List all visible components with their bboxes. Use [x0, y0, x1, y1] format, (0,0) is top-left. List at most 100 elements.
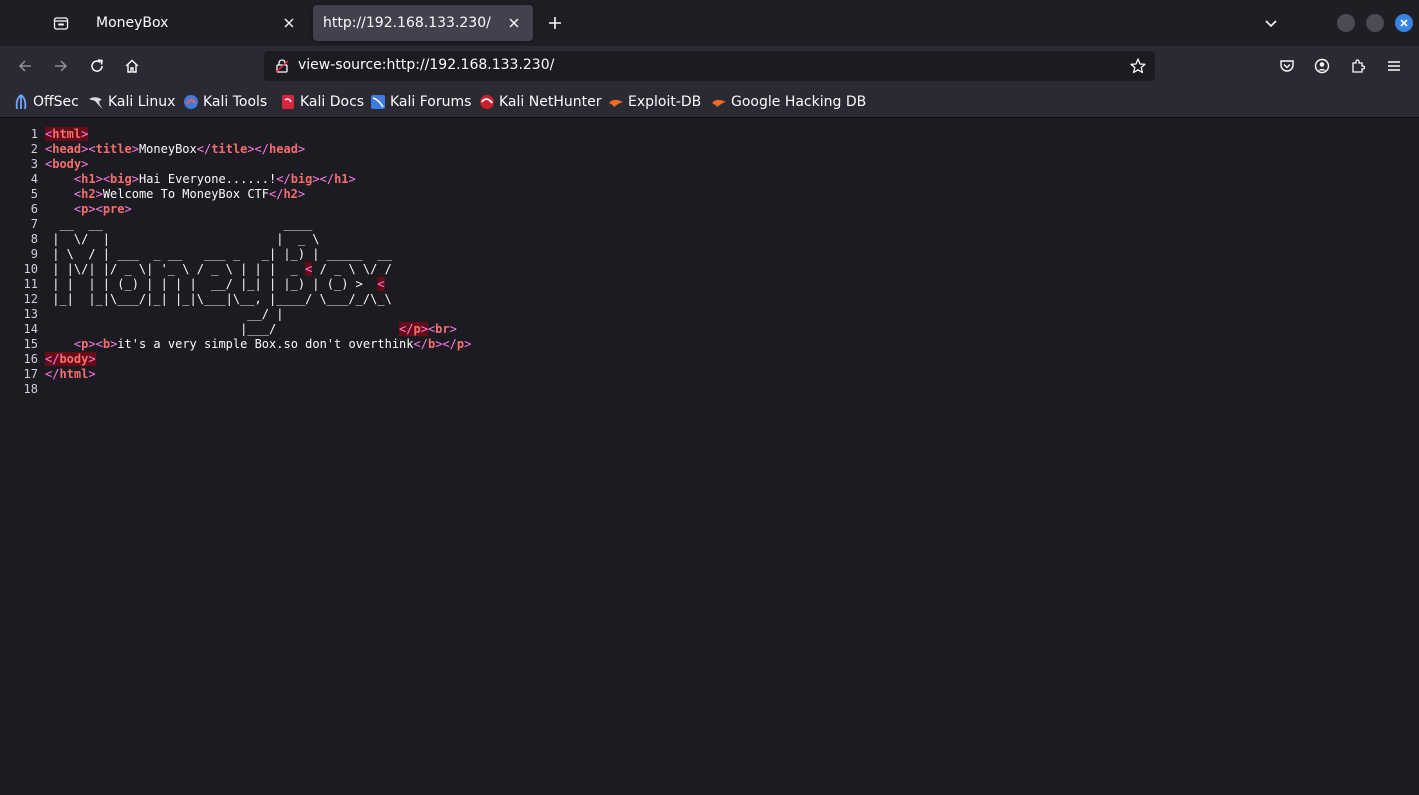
url-text[interactable]: view-source:http://192.168.133.230/ — [298, 57, 554, 73]
line-number: 2 — [30, 142, 38, 156]
nethunter-icon — [480, 95, 494, 109]
ascii-art-tail: / _ \ \/ / — [319, 262, 392, 276]
firefox-view-icon — [53, 17, 69, 30]
ascii-art-line: |___/ — [45, 322, 400, 336]
source-line: 12 |_| |_|\___/|_| |_|\___|\__, |____/ \… — [0, 292, 471, 307]
exploitdb-icon — [609, 99, 623, 107]
source-line: 18 — [0, 382, 471, 397]
bookmark-exploit-db[interactable]: Exploit-DB — [608, 93, 701, 111]
kali-docs-icon — [282, 95, 294, 109]
offsec-icon — [15, 94, 27, 110]
title-text: MoneyBox — [138, 142, 197, 156]
ascii-art-line: | \/ | | _ \ — [45, 232, 320, 246]
source-line: 7 __ __ ____ — [0, 217, 471, 232]
minimize-button[interactable] — [1337, 14, 1355, 32]
h2-text: Welcome To MoneyBox CTF — [102, 187, 269, 201]
source-line: 9 | \ / | ___ _ __ ___ _ _| |_) | _____ … — [0, 247, 471, 262]
home-icon — [125, 59, 139, 73]
bookmark-label: Kali Linux — [108, 94, 176, 110]
source-line: 17 </html> — [0, 367, 471, 382]
pocket-button[interactable] — [1272, 52, 1302, 80]
address-bar[interactable]: view-source:http://192.168.133.230/ — [264, 51, 1155, 81]
firefox-view-button[interactable] — [46, 8, 76, 38]
hamburger-menu-icon — [1388, 61, 1400, 71]
source-line: 8 | \/ | | _ \ — [0, 232, 471, 247]
line-number: 9 — [30, 247, 38, 261]
source-code: 1 <html> 2 <head><title>MoneyBox</title>… — [0, 127, 471, 397]
chevron-down-icon — [1265, 20, 1277, 28]
ascii-art-line: __/ | — [45, 307, 284, 321]
back-button[interactable] — [10, 52, 40, 80]
tab-close-button[interactable] — [505, 14, 523, 32]
ascii-art-line: __ __ ____ — [45, 217, 313, 231]
tab-close-button[interactable] — [280, 14, 298, 32]
source-line: 16 </body> — [0, 352, 471, 367]
stray-lt-error: < — [305, 262, 313, 276]
line-number: 8 — [30, 232, 38, 246]
stray-lt-error: < — [377, 277, 385, 291]
maximize-button[interactable] — [1366, 14, 1384, 32]
window-close-button[interactable] — [1395, 14, 1413, 32]
line-number: 7 — [30, 217, 38, 231]
source-line: 4 <h1><big>Hai Everyone......!</big></h1… — [0, 172, 471, 187]
arrow-left-icon — [18, 60, 31, 72]
account-button[interactable] — [1307, 52, 1337, 80]
bookmark-star-icon[interactable] — [1129, 57, 1147, 75]
line-number: 18 — [23, 382, 38, 396]
bookmark-kali-linux[interactable]: Kali Linux — [88, 93, 175, 111]
bookmark-label: Kali NetHunter — [499, 94, 602, 110]
tab-active-url[interactable]: http://192.168.133.230/ — [313, 5, 533, 41]
bookmark-kali-nethunter[interactable]: Kali NetHunter — [479, 93, 601, 111]
app-menu-button[interactable] — [1379, 52, 1409, 80]
page-source-view: 1 <html> 2 <head><title>MoneyBox</title>… — [0, 118, 1419, 795]
insecure-lock-icon[interactable] — [274, 58, 290, 74]
ghdb-icon — [712, 99, 726, 107]
ascii-art-line: | \ / | ___ _ __ ___ _ _| |_) | _____ __ — [45, 247, 392, 261]
reload-button[interactable] — [82, 52, 112, 80]
source-line: 13 __/ | — [0, 307, 471, 322]
tab-strip: MoneyBox http://192.168.133.230/ — [0, 0, 1419, 46]
line-number: 16 — [23, 352, 38, 366]
kali-tools-icon — [184, 95, 198, 109]
bookmark-label: Kali Forums — [390, 94, 472, 110]
account-icon — [1314, 58, 1330, 74]
line-number: 5 — [30, 187, 38, 201]
line-number: 13 — [23, 307, 38, 321]
ascii-art-line: | | | | (_) | | | | __/ |_| | |_) | (_) … — [45, 277, 378, 291]
kali-dragon-icon — [89, 97, 103, 109]
paragraph-text: it's a very simple Box.so don't overthin… — [117, 337, 414, 351]
source-line: 3 <body> — [0, 157, 471, 172]
bookmark-label: Google Hacking DB — [731, 94, 867, 110]
bookmark-offsec[interactable]: OffSec — [13, 93, 79, 111]
source-line: 6 <p><pre> — [0, 202, 471, 217]
source-line: 15 <p><b>it's a very simple Box.so don't… — [0, 337, 472, 352]
line-number: 14 — [23, 322, 38, 336]
line-number: 12 — [23, 292, 38, 306]
navigation-toolbar: view-source:http://192.168.133.230/ — [0, 46, 1419, 87]
bookmark-google-hacking-db[interactable]: Google Hacking DB — [711, 93, 866, 111]
bookmark-label: Kali Tools — [203, 94, 268, 110]
tab-moneybox[interactable]: MoneyBox — [86, 5, 308, 41]
extensions-button[interactable] — [1343, 52, 1373, 80]
close-icon — [1400, 19, 1408, 27]
forward-button[interactable] — [46, 52, 76, 80]
bookmark-kali-forums[interactable]: Kali Forums — [370, 93, 471, 111]
bookmark-kali-docs[interactable]: Kali Docs — [280, 93, 364, 111]
line-number: 10 — [23, 262, 38, 276]
list-all-tabs-button[interactable] — [1259, 9, 1283, 37]
close-icon — [284, 18, 294, 28]
line-number: 11 — [23, 277, 38, 291]
tab-title: MoneyBox — [96, 15, 169, 31]
reload-icon — [91, 59, 103, 72]
source-line: 14 |___/ </p><br> — [0, 322, 471, 337]
line-number: 17 — [23, 367, 38, 381]
source-line: 11 | | | | (_) | | | | __/ |_| | |_) | (… — [0, 277, 471, 292]
kali-forums-icon — [371, 95, 385, 109]
tab-title: http://192.168.133.230/ — [323, 15, 491, 31]
source-line: 1 <html> — [0, 127, 471, 142]
home-button[interactable] — [117, 52, 147, 80]
bookmark-kali-tools[interactable]: Kali Tools — [183, 93, 267, 111]
bookmark-label: OffSec — [33, 94, 79, 110]
bookmarks-toolbar: OffSec Kali Linux Kali Tools Kali Docs K… — [0, 87, 1419, 118]
new-tab-button[interactable] — [541, 9, 569, 37]
